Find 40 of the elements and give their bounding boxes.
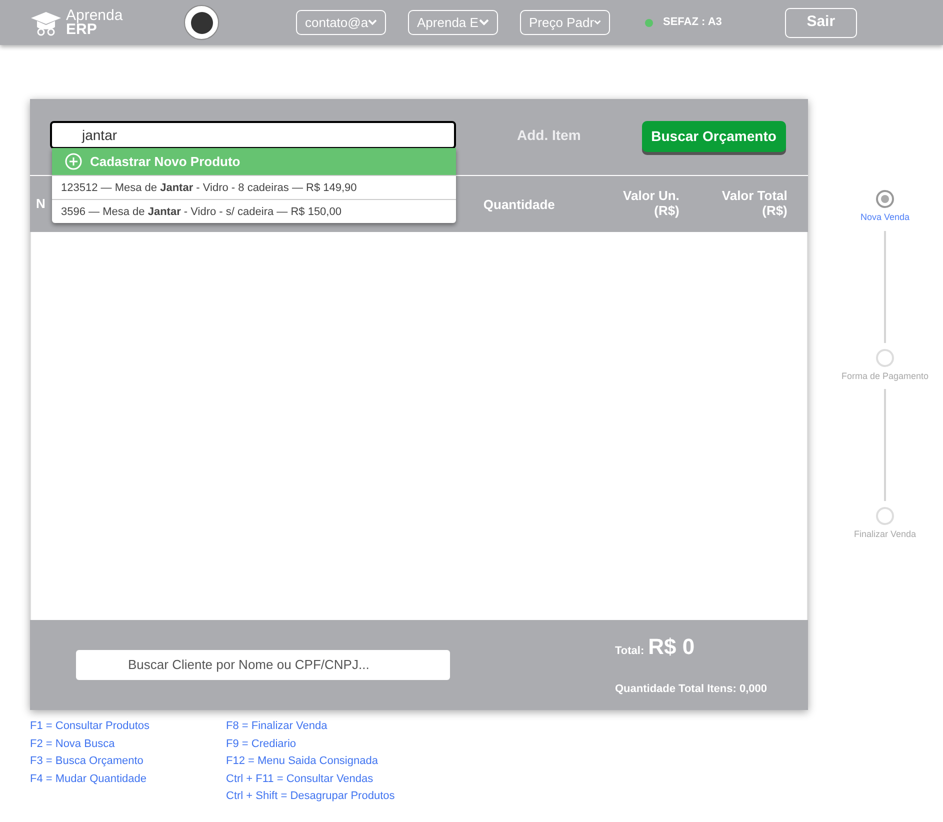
shortcut-hint: F4 = Mudar Quantidade bbox=[30, 772, 148, 786]
avatar-icon[interactable] bbox=[184, 5, 219, 40]
logout-button[interactable]: Sair bbox=[784, 8, 857, 38]
total-value: R$ 0 bbox=[648, 633, 695, 661]
product-suggestion[interactable]: 123512 — Mesa de Jantar - Vidro - 8 cadeiras — R$ 149,90 bbox=[52, 175, 456, 199]
step-label: Forma de Pagamento bbox=[841, 370, 929, 383]
product-search-field[interactable]: jantar bbox=[50, 121, 456, 149]
graduation-cap-icon bbox=[30, 10, 62, 36]
shortcut-hint: F3 = Busca Orçamento bbox=[30, 754, 144, 768]
step-label: Finalizar Venda bbox=[854, 528, 916, 541]
select-dropdown[interactable]: Aprenda E bbox=[408, 10, 498, 35]
total-label: Total: bbox=[615, 644, 644, 658]
budget-search-button[interactable]: Buscar Orçamento bbox=[642, 121, 786, 152]
shortcut-hint: Ctrl + Shift = Desagrupar Produtos bbox=[226, 789, 396, 803]
logo-text: ERP bbox=[66, 22, 97, 36]
step-radio[interactable] bbox=[876, 190, 894, 208]
chevron-down-icon bbox=[594, 19, 601, 26]
column-header: Valor Un. (R$) bbox=[622, 188, 680, 218]
column-header: Valor Total (R$) bbox=[720, 188, 788, 218]
product-suggestion[interactable]: 3596 — Mesa de Jantar - Vidro - s/ cadeira — R$ 150,00 bbox=[52, 199, 456, 223]
total-quantity: Quantidade Total Itens: 0,000 bbox=[615, 682, 767, 697]
shortcut-hint: F2 = Nova Busca bbox=[30, 736, 116, 750]
shortcut-hint: F12 = Menu Saida Consignada bbox=[226, 754, 379, 768]
sefaz-status: SEFAZ : A3 bbox=[663, 15, 722, 30]
client-search-field[interactable]: Buscar Cliente por Nome ou CPF/CNPJ... bbox=[76, 650, 450, 680]
column-header: N bbox=[36, 195, 46, 214]
logo-text: Aprenda bbox=[66, 8, 123, 22]
shortcut-hint: Ctrl + F11 = Consultar Vendas bbox=[226, 772, 374, 786]
add-item-label[interactable]: Add. Item bbox=[517, 125, 581, 146]
shortcut-hint: F8 = Finalizar Venda bbox=[226, 719, 328, 733]
select-dropdown[interactable]: contato@a bbox=[296, 10, 386, 35]
create-product-option[interactable]: Cadastrar Novo Produto bbox=[52, 148, 456, 175]
plus-circle-icon bbox=[65, 153, 82, 170]
select-dropdown[interactable]: Preço Padr bbox=[520, 10, 610, 35]
chevron-down-icon bbox=[479, 19, 489, 26]
step-label: Nova Venda bbox=[860, 211, 910, 224]
shortcut-hint: F9 = Crediario bbox=[226, 736, 298, 750]
shortcut-hint: F1 = Consultar Produtos bbox=[30, 719, 151, 733]
chevron-down-icon bbox=[368, 19, 377, 26]
column-header: Quantidade bbox=[483, 196, 556, 214]
